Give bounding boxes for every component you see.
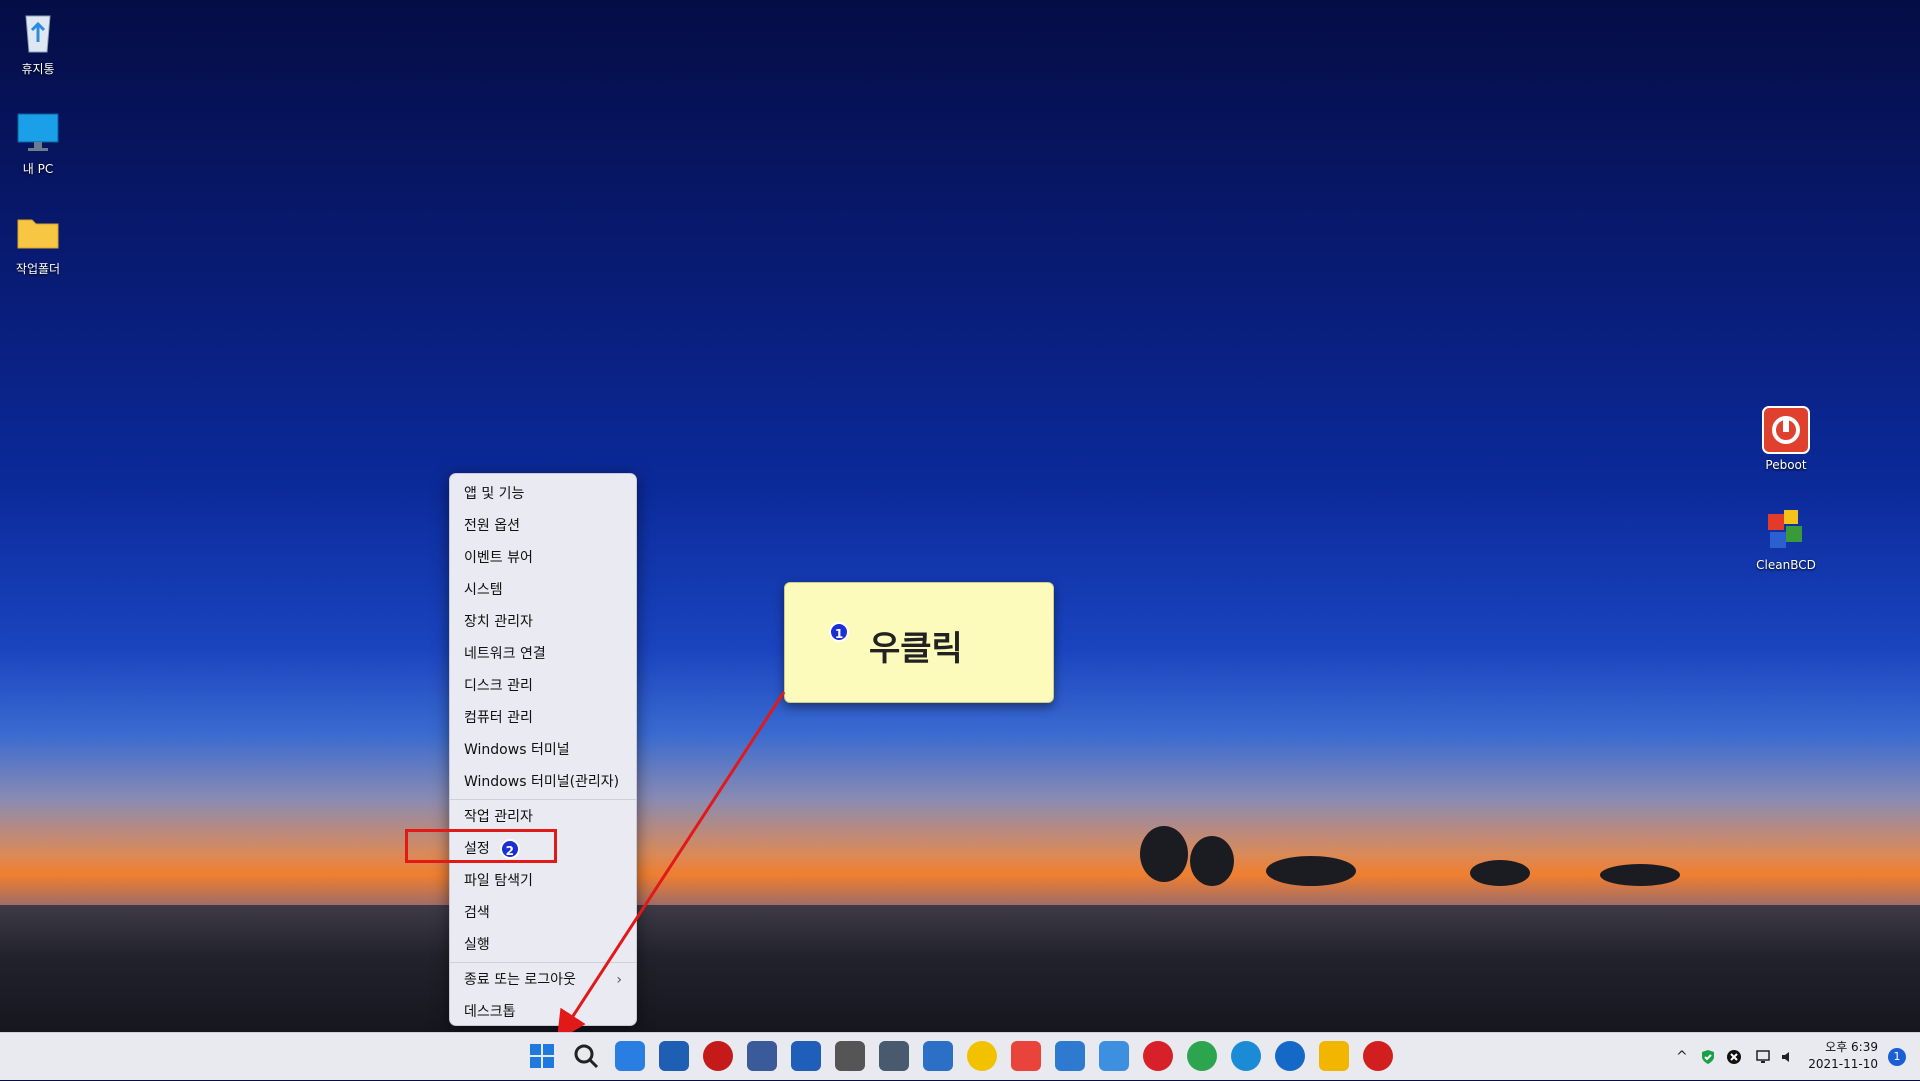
calculator-icon[interactable] bbox=[747, 1041, 777, 1071]
menu-separator bbox=[450, 799, 636, 800]
wallpaper-tree bbox=[1266, 856, 1356, 886]
desktop-icon-my-pc[interactable]: 내 PC bbox=[0, 108, 76, 177]
wallpaper-tree bbox=[1190, 836, 1234, 886]
computer-icon bbox=[14, 108, 62, 156]
camera-icon[interactable] bbox=[1099, 1041, 1129, 1071]
store-icon[interactable] bbox=[659, 1041, 689, 1071]
wallpaper-tree bbox=[1140, 826, 1188, 882]
wallpaper-tree bbox=[1600, 864, 1680, 886]
cortana-icon[interactable] bbox=[615, 1041, 645, 1071]
menu-item-disk-management[interactable]: 디스크 관리 bbox=[450, 670, 636, 702]
chrome-icon[interactable] bbox=[1187, 1041, 1217, 1071]
menu-item-apps-features[interactable]: 앱 및 기능 bbox=[450, 478, 636, 510]
security-shield-icon[interactable] bbox=[923, 1041, 953, 1071]
menu-item-file-explorer[interactable]: 파일 탐색기 bbox=[450, 865, 636, 897]
highlight-settings-box bbox=[405, 829, 557, 863]
desktop-icon-label: 작업폴더 bbox=[15, 262, 61, 276]
menu-item-shutdown-signout[interactable]: 종료 또는 로그아웃 › bbox=[450, 964, 636, 996]
menu-item-windows-terminal[interactable]: Windows 터미널 bbox=[450, 734, 636, 766]
recycle-bin-icon bbox=[14, 8, 62, 56]
menu-item-network-connections[interactable]: 네트워크 연결 bbox=[450, 638, 636, 670]
menu-item-windows-terminal-admin[interactable]: Windows 터미널(관리자) bbox=[450, 766, 636, 798]
desktop-icon-cleanbcd[interactable]: CleanBCD bbox=[1748, 506, 1824, 572]
menu-item-run[interactable]: 실행 bbox=[450, 929, 636, 961]
file-explorer-icon[interactable] bbox=[1319, 1041, 1349, 1071]
start-button-icon[interactable] bbox=[527, 1041, 557, 1071]
paint-icon[interactable] bbox=[1055, 1041, 1085, 1071]
volume-icon[interactable] bbox=[1780, 1033, 1796, 1081]
menu-item-power-options[interactable]: 전원 옵션 bbox=[450, 510, 636, 542]
menu-item-system[interactable]: 시스템 bbox=[450, 574, 636, 606]
opera-icon[interactable] bbox=[1143, 1041, 1173, 1071]
taskbar: ^ 오후 6:39 2021-11-10 1 bbox=[0, 1032, 1920, 1080]
wallpaper-ground bbox=[0, 905, 1920, 1032]
desktop-icon-peboot[interactable]: Peboot bbox=[1748, 406, 1824, 472]
clock-date: 2021-11-10 bbox=[1808, 1057, 1878, 1071]
network-icon[interactable] bbox=[1756, 1033, 1774, 1081]
power-icon[interactable] bbox=[1363, 1041, 1393, 1071]
folder-icon bbox=[14, 208, 62, 256]
menu-item-shutdown-label: 종료 또는 로그아웃 bbox=[464, 972, 576, 988]
screenshot-app-icon[interactable] bbox=[1011, 1041, 1041, 1071]
menu-separator bbox=[450, 962, 636, 963]
cleanbcd-icon bbox=[1762, 506, 1810, 554]
power-shortcut-icon bbox=[1762, 406, 1810, 454]
start-context-menu: 앱 및 기능 전원 옵션 이벤트 뷰어 시스템 장치 관리자 네트워크 연결 디… bbox=[449, 473, 637, 1026]
menu-item-computer-management[interactable]: 컴퓨터 관리 bbox=[450, 702, 636, 734]
clock-time: 오후 6:39 bbox=[1825, 1040, 1878, 1054]
chevron-right-icon: › bbox=[616, 972, 622, 988]
edge-beta-icon[interactable] bbox=[1275, 1041, 1305, 1071]
desktop-icon-recycle-bin[interactable]: 휴지통 bbox=[0, 8, 76, 77]
menu-item-device-manager[interactable]: 장치 관리자 bbox=[450, 606, 636, 638]
wallpaper-tree bbox=[1470, 860, 1530, 886]
defender-check-icon[interactable] bbox=[1700, 1033, 1716, 1081]
taskbar-clock[interactable]: 오후 6:39 2021-11-10 bbox=[1808, 1039, 1878, 1073]
close-circle-icon[interactable] bbox=[1726, 1033, 1742, 1081]
menu-item-desktop[interactable]: 데스크톱 bbox=[450, 996, 636, 1028]
search-icon[interactable] bbox=[571, 1041, 601, 1071]
menu-item-search[interactable]: 검색 bbox=[450, 897, 636, 929]
media-player-icon[interactable] bbox=[967, 1041, 997, 1071]
media-record-icon[interactable] bbox=[703, 1041, 733, 1071]
callout-text: 우클릭 bbox=[869, 629, 963, 669]
desktop-icon-label: 내 PC bbox=[22, 162, 54, 176]
tray-chevron-icon[interactable]: ^ bbox=[1676, 1033, 1688, 1081]
desktop-icon-label: CleanBCD bbox=[1756, 558, 1816, 572]
notepad-icon[interactable] bbox=[791, 1041, 821, 1071]
annotation-callout: 1 우클릭 bbox=[784, 582, 1054, 703]
edge-icon[interactable] bbox=[1231, 1041, 1261, 1071]
settings-gear-icon[interactable] bbox=[879, 1041, 909, 1071]
notification-badge[interactable]: 1 bbox=[1888, 1048, 1906, 1066]
tool-icon[interactable] bbox=[835, 1041, 865, 1071]
desktop-icon-work-folder[interactable]: 작업폴더 bbox=[0, 208, 76, 277]
step-badge-1: 1 bbox=[829, 622, 849, 642]
desktop-icon-label: 휴지통 bbox=[21, 62, 55, 76]
desktop-icon-label: Peboot bbox=[1765, 458, 1807, 472]
menu-item-event-viewer[interactable]: 이벤트 뷰어 bbox=[450, 542, 636, 574]
